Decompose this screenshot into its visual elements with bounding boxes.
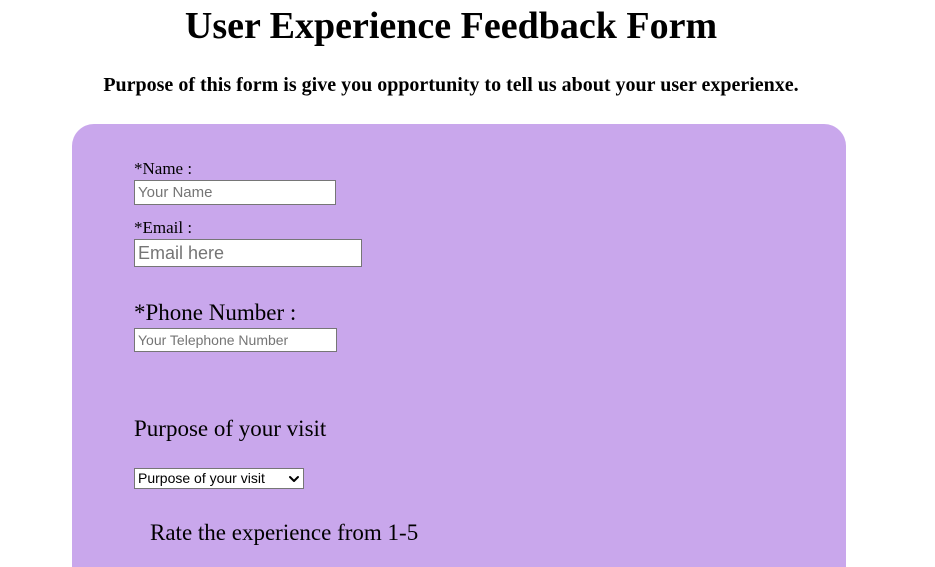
feedback-form-panel: *Name : *Email : *Phone Number : Purpose…	[72, 124, 846, 567]
page-title: User Experience Feedback Form	[184, 5, 718, 47]
visit-purpose-label: Purpose of your visit	[134, 416, 327, 441]
name-input[interactable]	[134, 180, 336, 205]
email-label: *Email :	[134, 218, 193, 237]
chevron-down-icon	[288, 473, 300, 485]
email-input[interactable]	[134, 239, 362, 267]
form-purpose-text: Purpose of this form is give you opportu…	[103, 74, 799, 96]
feedback-page: User Experience Feedback Form Purpose of…	[0, 0, 935, 567]
visit-purpose-selected-value: Purpose of your visit	[138, 470, 265, 486]
rating-label: Rate the experience from 1-5	[150, 520, 419, 545]
phone-label: *Phone Number :	[134, 300, 297, 325]
phone-input[interactable]	[134, 328, 337, 352]
name-label: *Name :	[134, 159, 193, 178]
visit-purpose-select[interactable]: Purpose of your visit	[134, 468, 304, 489]
